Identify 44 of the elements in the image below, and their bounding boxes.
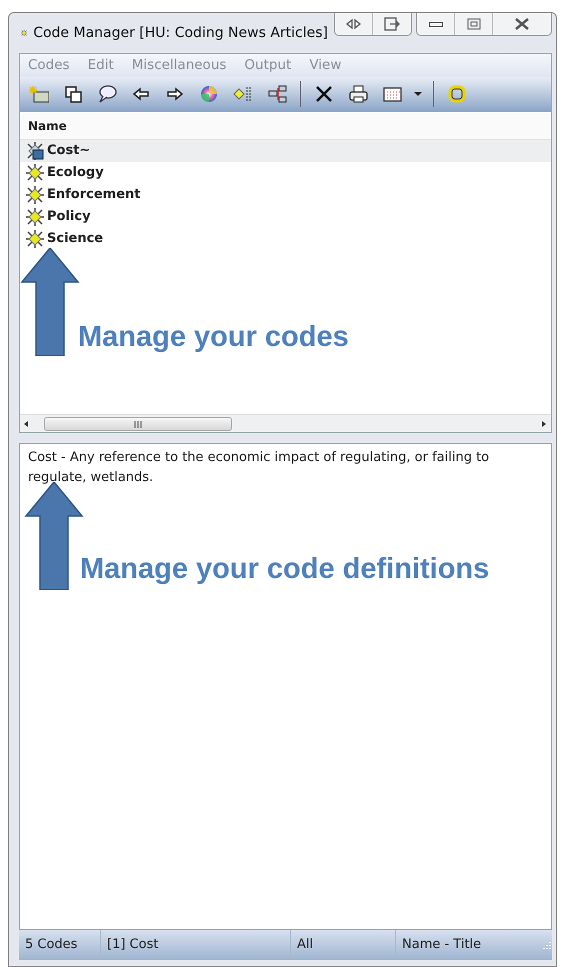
up-arrow-icon [20, 248, 80, 356]
export-icon [383, 16, 401, 32]
delete-icon[interactable] [314, 84, 334, 104]
status-field: 5 Codes [19, 930, 101, 960]
status-field: All [291, 930, 396, 960]
printer-icon[interactable] [348, 84, 368, 104]
code-item[interactable]: Enforcement [20, 184, 551, 206]
code-icon [26, 164, 44, 182]
split-view-icon [344, 16, 362, 32]
network-icon[interactable] [267, 84, 287, 104]
scrollbar-thumb[interactable] [44, 417, 232, 431]
code-item[interactable]: Science [20, 228, 551, 250]
code-label: Cost~ [47, 142, 90, 160]
color-wheel-icon[interactable] [199, 84, 219, 104]
new-code-icon[interactable] [29, 84, 49, 104]
window-title: Code Manager [HU: Coding News Articles] [33, 24, 328, 42]
memo-code-icon [26, 142, 44, 160]
copy-icon[interactable] [63, 84, 83, 104]
grip-icon [134, 420, 142, 428]
minimize-icon [428, 22, 442, 26]
column-header[interactable]: Name [20, 112, 551, 140]
status-field: Name - Title [396, 930, 542, 960]
code-item[interactable]: Cost~ [20, 140, 551, 162]
maximize-icon [464, 16, 482, 32]
code-label: Science [47, 230, 104, 248]
annotation-text: Manage your codes [78, 320, 349, 355]
up-arrow-icon [24, 482, 84, 590]
definition-text: Cost - Any reference to the economic impact of regulating, or failing to regulate, wetlands. [28, 449, 490, 486]
code-item[interactable]: Ecology [20, 162, 551, 184]
code-label: Policy [47, 208, 91, 226]
code-label: Ecology [47, 164, 104, 182]
code-icon [26, 186, 44, 204]
code-item[interactable]: Policy [20, 206, 551, 228]
code-icon [26, 208, 44, 226]
ring-icon[interactable] [447, 84, 467, 104]
horizontal-scrollbar[interactable] [20, 414, 551, 432]
resize-grip-icon [542, 940, 552, 950]
code-label: Enforcement [47, 186, 140, 204]
speech-bubble-icon[interactable] [97, 84, 117, 104]
code-sort-icon[interactable] [233, 84, 253, 104]
status-field: [1] Cost [101, 930, 291, 960]
close-icon [513, 16, 531, 32]
annotation-text: Manage your code definitions [80, 552, 490, 587]
code-icon [26, 230, 44, 248]
